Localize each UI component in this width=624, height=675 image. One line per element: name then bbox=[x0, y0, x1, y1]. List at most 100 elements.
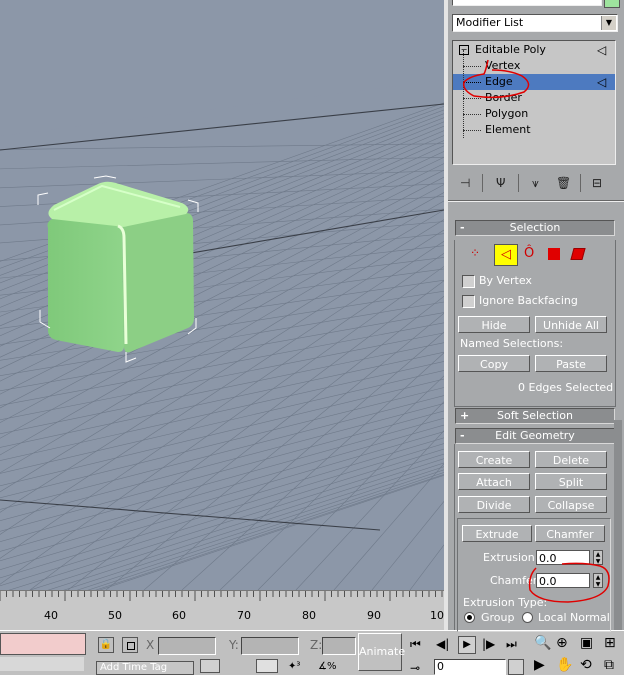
tick-label: 80 bbox=[302, 609, 316, 622]
make-unique-icon[interactable]: ⩛ bbox=[532, 176, 539, 191]
modifier-list-label: Modifier List bbox=[456, 16, 524, 29]
stack-item-label: Element bbox=[485, 123, 531, 136]
sub-object-icon: ◁ bbox=[597, 75, 607, 89]
zoom-all-icon[interactable]: ⊕ bbox=[556, 635, 568, 651]
z-label: Z: bbox=[310, 638, 323, 652]
ignore-backfacing-label: Ignore Backfacing bbox=[479, 294, 578, 307]
unhide-all-button[interactable]: Unhide All bbox=[535, 316, 607, 333]
frame-field[interactable]: 0 bbox=[434, 659, 506, 675]
paste-button[interactable]: Paste bbox=[535, 355, 607, 372]
remove-modifier-icon[interactable]: 🗑 bbox=[556, 176, 571, 190]
rollout-title: Selection bbox=[509, 221, 561, 234]
zoom-extents-icon[interactable]: ▣ bbox=[580, 635, 593, 651]
edge-mode-icon[interactable]: ◁ bbox=[494, 244, 518, 266]
create-button[interactable]: Create bbox=[458, 451, 530, 468]
prompt-field[interactable] bbox=[0, 633, 86, 655]
collapse-button[interactable]: Collapse bbox=[535, 496, 607, 513]
pin-stack-icon[interactable]: ⊣ bbox=[460, 176, 470, 190]
ignore-backfacing-checkbox[interactable] bbox=[462, 295, 475, 308]
timeline-ruler[interactable]: 40 50 60 70 80 90 10 bbox=[0, 590, 444, 631]
divider bbox=[580, 174, 581, 192]
hide-button[interactable]: Hide bbox=[458, 316, 530, 333]
arc-rotate-icon[interactable]: ⟲ bbox=[580, 657, 592, 673]
named-selections-label: Named Selections: bbox=[460, 337, 564, 350]
rollout-title: Edit Geometry bbox=[495, 429, 575, 442]
snap-icon[interactable]: ✦³ bbox=[288, 661, 300, 672]
object-color-swatch[interactable] bbox=[604, 0, 620, 8]
animate-button[interactable]: Animate bbox=[358, 633, 405, 671]
edit-geometry-rollout-header[interactable]: - Edit Geometry bbox=[455, 428, 615, 444]
tree-line bbox=[463, 114, 481, 115]
tick-label: 50 bbox=[108, 609, 122, 622]
show-end-result-icon[interactable]: Ψ bbox=[496, 176, 505, 190]
absolute-mode-icon[interactable] bbox=[122, 637, 138, 653]
configure-modifier-sets-icon[interactable]: ⊟ bbox=[592, 176, 602, 190]
tick-label: 70 bbox=[237, 609, 251, 622]
separator bbox=[448, 200, 624, 202]
pan-icon[interactable]: ✋ bbox=[556, 657, 573, 673]
collapse-icon: - bbox=[460, 429, 465, 442]
go-to-end-icon[interactable]: ⏭ bbox=[506, 637, 517, 652]
time-configuration-icon[interactable] bbox=[508, 659, 524, 675]
group-radio[interactable] bbox=[464, 612, 475, 623]
panel-scrollbar[interactable] bbox=[614, 420, 622, 630]
go-to-start-icon[interactable]: ⏮ bbox=[410, 637, 421, 652]
polygon-mode-icon[interactable] bbox=[548, 248, 560, 260]
z-coordinate-field[interactable] bbox=[322, 637, 356, 655]
x-label: X bbox=[146, 638, 155, 652]
key-icon[interactable]: ⊸ bbox=[410, 661, 420, 675]
object-name-field[interactable] bbox=[452, 0, 602, 6]
soft-selection-rollout-header[interactable]: + Soft Selection bbox=[455, 408, 615, 424]
divide-button[interactable]: Divide bbox=[458, 496, 530, 513]
key-mode-icon[interactable] bbox=[228, 659, 246, 671]
previous-frame-icon[interactable]: ◀| bbox=[436, 637, 449, 651]
modifier-list-dropdown[interactable]: Modifier List ▼ bbox=[452, 14, 618, 32]
tree-line bbox=[463, 130, 481, 131]
extrusion-type-label: Extrusion Type: bbox=[463, 596, 548, 609]
attach-button[interactable]: Attach bbox=[458, 473, 530, 490]
annotation-circle-edge bbox=[462, 59, 530, 99]
x-coordinate-field[interactable] bbox=[158, 637, 216, 655]
time-config-icon[interactable] bbox=[200, 659, 220, 673]
tick-label: 40 bbox=[44, 609, 58, 622]
by-vertex-checkbox[interactable] bbox=[462, 275, 475, 288]
chamfer-button[interactable]: Chamfer bbox=[535, 525, 605, 542]
extrude-button[interactable]: Extrude bbox=[462, 525, 532, 542]
expand-icon: + bbox=[460, 409, 470, 422]
split-button[interactable]: Split bbox=[535, 473, 607, 490]
collapse-icon: - bbox=[460, 221, 465, 234]
local-normal-radio[interactable] bbox=[522, 612, 533, 623]
timeline-ticks bbox=[0, 591, 443, 601]
copy-button[interactable]: Copy bbox=[458, 355, 530, 372]
sub-object-icon: ◁ bbox=[597, 43, 607, 57]
cube-icon[interactable] bbox=[256, 659, 278, 673]
selection-rollout-header[interactable]: - Selection bbox=[455, 220, 615, 236]
divider bbox=[518, 174, 519, 192]
next-frame-icon[interactable]: |▶ bbox=[482, 637, 495, 651]
status-bar: 🔒 X Y: Z: Animate Add Time Tag ✦³ ∡% ⏮ ◀… bbox=[0, 630, 624, 675]
add-time-tag-dropdown[interactable]: Add Time Tag bbox=[96, 661, 194, 675]
local-normal-radio-label: Local Normal bbox=[538, 611, 610, 624]
play-icon[interactable]: ▶ bbox=[458, 636, 476, 654]
maximize-viewport-icon[interactable]: ⧉ bbox=[604, 657, 614, 673]
field-of-view-icon[interactable]: ▶ bbox=[534, 657, 545, 673]
angle-snap-icon[interactable]: ∡% bbox=[318, 661, 336, 672]
y-coordinate-field[interactable] bbox=[241, 637, 299, 655]
tick-label: 10 bbox=[430, 609, 444, 622]
zoom-extents-all-icon[interactable]: ⊞ bbox=[604, 635, 616, 651]
vertex-mode-icon[interactable]: ⁘ bbox=[470, 246, 480, 260]
group-radio-label: Group bbox=[481, 611, 515, 624]
perspective-viewport[interactable] bbox=[0, 0, 444, 590]
rollout-title: Soft Selection bbox=[497, 409, 573, 422]
delete-button[interactable]: Delete bbox=[535, 451, 607, 468]
cube-object[interactable] bbox=[0, 0, 444, 590]
zoom-icon[interactable]: 🔍 bbox=[534, 635, 551, 651]
chevron-down-icon[interactable]: ▼ bbox=[601, 16, 616, 30]
divider bbox=[482, 174, 483, 192]
border-mode-icon[interactable]: Ô bbox=[524, 246, 534, 261]
status-strip bbox=[0, 657, 84, 671]
by-vertex-label: By Vertex bbox=[479, 274, 532, 287]
stack-item-element[interactable]: Element bbox=[453, 122, 615, 138]
selection-status: 0 Edges Selected bbox=[518, 381, 614, 394]
lock-icon[interactable]: 🔒 bbox=[98, 637, 114, 653]
